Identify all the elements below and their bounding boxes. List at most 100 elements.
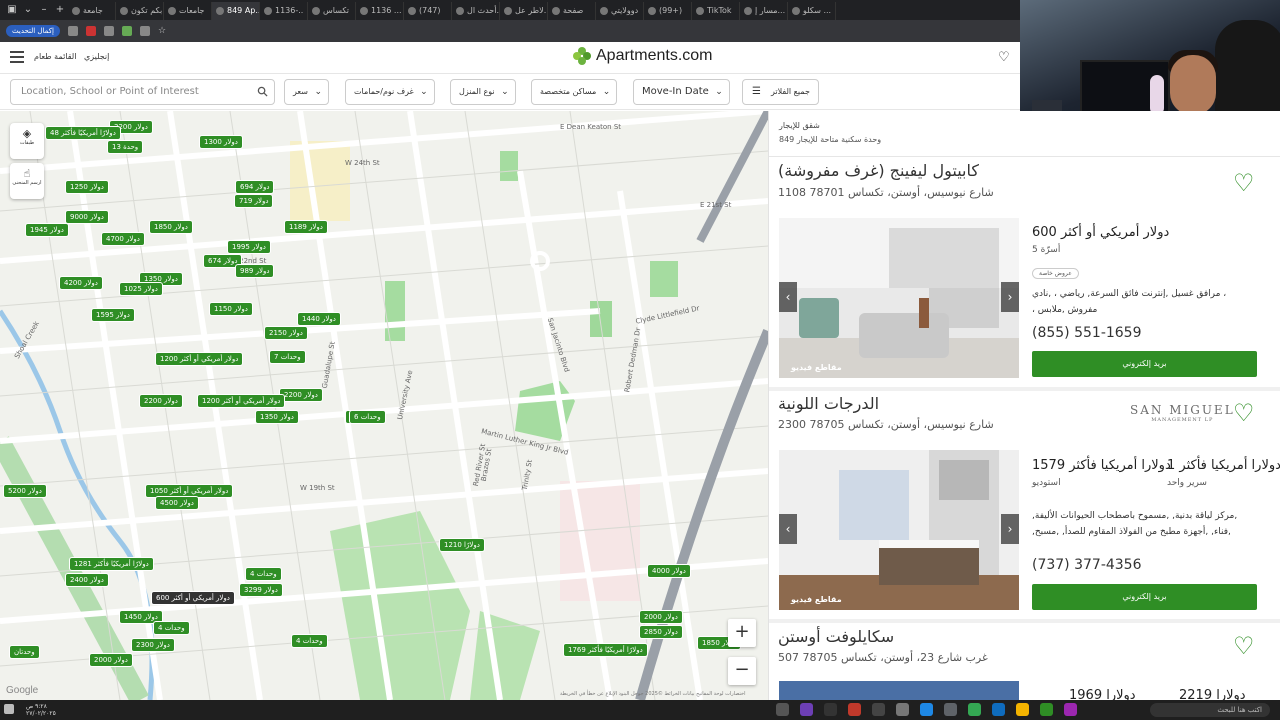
minimize-icon[interactable]: – <box>36 2 52 18</box>
update-button[interactable]: إكمال التحديث <box>6 25 60 37</box>
listing-photo[interactable]: ‹ › مقاطع فيديو <box>779 218 1019 378</box>
browser-tab[interactable]: (747) <box>404 2 452 20</box>
extension-icon[interactable] <box>121 26 132 36</box>
listing-title[interactable]: الدرجات اللونية <box>778 394 879 413</box>
map-price-pin[interactable]: 1200 دولار أمريكي أو أكثر <box>198 395 285 407</box>
taskbar-clock[interactable]: ٩:٢٨ ص ٢٧/٠٢/٢٠٢٥ <box>26 703 56 717</box>
map-price-pin[interactable]: 1769 دولارًا أمريكيًا فأكثر <box>564 644 647 656</box>
listing-photo[interactable] <box>779 681 1019 700</box>
favorites-heart-icon[interactable]: ♡ <box>998 50 1010 65</box>
map-price-pin[interactable]: 1995 دولار <box>228 241 270 253</box>
home-type-filter-button[interactable]: نوع المنزل ⌄ <box>450 79 516 105</box>
map-price-pin[interactable]: 1250 دولار <box>66 181 108 193</box>
tab-search-icon[interactable]: ⌄ <box>20 2 36 18</box>
listing-title[interactable]: كابيتول ليفينج (غرف مفروشة) <box>778 161 979 180</box>
map-price-pin[interactable]: 2000 دولار <box>90 654 132 666</box>
map-price-pin[interactable]: 2200 دولار <box>140 395 182 407</box>
chrome-icon[interactable] <box>968 703 981 716</box>
map-price-pin[interactable]: 2200 دولار <box>280 389 322 401</box>
map-panel[interactable]: E Dean Keaton St W 24th St Guadalupe St … <box>0 111 768 700</box>
next-photo-chevron-icon[interactable]: › <box>1001 514 1019 544</box>
map-price-pin[interactable]: 1595 دولار <box>92 309 134 321</box>
browser-tab[interactable]: جامعة <box>68 2 116 20</box>
location-search-input[interactable]: Location, School or Point of Interest <box>10 79 275 105</box>
move-in-date-filter-button[interactable]: Move-In Date ⌄ <box>633 79 730 105</box>
map-price-pin[interactable]: 1210 دولارًا <box>440 539 484 551</box>
map-price-pin[interactable]: 1945 دولار <box>26 224 68 236</box>
map-price-pin[interactable]: 2850 دولار <box>640 626 682 638</box>
email-button[interactable]: بريد إلكتروني <box>1032 584 1257 610</box>
map-price-pin[interactable]: 1300 دولار <box>200 136 242 148</box>
browser-tab[interactable]: (99+) <box>644 2 692 20</box>
new-tab-icon[interactable]: + <box>52 2 68 18</box>
extension-icon[interactable] <box>103 26 114 36</box>
price-filter-button[interactable]: سعر ⌄ <box>284 79 329 105</box>
folder-icon[interactable] <box>1016 703 1029 716</box>
extension-icon[interactable] <box>139 26 150 36</box>
map-price-pin[interactable]: 1281 دولارًا أمريكيًا فأكثر <box>70 558 153 570</box>
previous-photo-chevron-icon[interactable]: ‹ <box>779 282 797 312</box>
favorite-heart-icon[interactable]: ♡ <box>1233 399 1255 427</box>
map-price-pin[interactable]: 4 وحدات <box>154 622 189 634</box>
extension-icon[interactable] <box>67 26 78 36</box>
map-price-pin[interactable]: 6 وحدات <box>350 411 385 423</box>
map-price-pin[interactable]: 694 دولار <box>236 181 274 193</box>
app-icon[interactable] <box>800 703 813 716</box>
map-price-pin[interactable]: 1350 دولار <box>256 411 298 423</box>
zoom-in-button[interactable]: + <box>728 619 756 647</box>
map-price-pin[interactable]: 989 دولار <box>236 265 274 277</box>
map-price-pin[interactable]: 4700 دولار <box>102 233 144 245</box>
browser-tab[interactable]: جامعات <box>164 2 212 20</box>
app-icon[interactable] <box>1064 703 1077 716</box>
browser-tab[interactable]: بكم تكون <box>116 2 164 20</box>
beds-baths-filter-button[interactable]: غرف نوم/حمامات ⌄ <box>345 79 435 105</box>
taskbar-search[interactable]: اكتب هنا للبحث <box>1150 703 1270 717</box>
hamburger-menu-icon[interactable] <box>10 51 24 63</box>
browser-tab[interactable]: 1136-.. <box>260 2 308 20</box>
browser-tab[interactable]: صفحة <box>548 2 596 20</box>
all-filters-button[interactable]: ☰ جميع الفلاتر <box>742 79 819 105</box>
map-price-pin[interactable]: وحدتان <box>10 646 39 658</box>
email-button[interactable]: بريد إلكتروني <box>1032 351 1257 377</box>
map-price-pin[interactable]: 2150 دولار <box>265 327 307 339</box>
map-price-pin[interactable]: 4 وحدات <box>246 568 281 580</box>
map-price-pin[interactable]: 2300 دولار <box>132 639 174 651</box>
browser-tab[interactable]: 849 Ap... <box>212 2 260 20</box>
map-attribution[interactable]: اختصارات لوحة المفاتيح بيانات الخرائط ©2… <box>560 691 746 697</box>
browser-tab[interactable]: أحدث ال... <box>452 2 500 20</box>
app-icon[interactable] <box>824 703 837 716</box>
map-price-pin[interactable]: 2000 دولار <box>640 611 682 623</box>
previous-photo-chevron-icon[interactable]: ‹ <box>779 514 797 544</box>
map-price-pin[interactable]: 48 دولارًا أمريكيًا فأكثر <box>46 127 120 139</box>
browser-tab[interactable]: TikTok <box>692 2 740 20</box>
app-icon[interactable] <box>872 703 885 716</box>
listing-photo[interactable]: ‹ › مقاطع فيديو <box>779 450 1019 610</box>
map-price-pin[interactable]: 3299 دولار <box>240 584 282 596</box>
map-price-pin[interactable]: 4200 دولار <box>60 277 102 289</box>
map-price-pin[interactable]: 4 وحدات <box>292 635 327 647</box>
map-price-pin[interactable]: 600 دولار أمريكي أو أكثر <box>152 592 234 604</box>
map-price-pin[interactable]: 1150 دولار <box>210 303 252 315</box>
map-price-pin[interactable]: 1200 دولار أمريكي أو أكثر <box>156 353 243 365</box>
map-price-pin[interactable]: 2400 دولار <box>66 574 108 586</box>
listing-title[interactable]: سكايلوفت أوستن <box>778 627 894 646</box>
zoom-out-button[interactable]: − <box>728 657 756 685</box>
map-price-pin[interactable]: 5200 دولار <box>4 485 46 497</box>
specialty-housing-filter-button[interactable]: مساكن متخصصة ⌄ <box>531 79 618 105</box>
bookmark-star-icon[interactable]: ☆ <box>158 26 166 36</box>
map-price-pin[interactable]: 1025 دولار <box>120 283 162 295</box>
map-price-pin[interactable]: 4500 دولار <box>156 497 198 509</box>
favorite-heart-icon[interactable]: ♡ <box>1233 169 1255 197</box>
browser-tab[interactable]: لاطر عل... <box>500 2 548 20</box>
app-icon[interactable] <box>944 703 957 716</box>
gear-icon[interactable] <box>896 703 909 716</box>
app-icon[interactable] <box>920 703 933 716</box>
listing-phone[interactable]: (855) 551-1659 <box>1032 325 1142 341</box>
app-icon[interactable] <box>1040 703 1053 716</box>
map-price-pin[interactable]: 7 وحدات <box>270 351 305 363</box>
favorite-heart-icon[interactable]: ♡ <box>1233 632 1255 660</box>
apartments-logo[interactable]: Apartments.com <box>572 46 712 66</box>
menu-label[interactable]: القائمة طعام <box>34 52 76 61</box>
app-icon[interactable] <box>848 703 861 716</box>
map-price-pin[interactable]: 13 وحدة <box>108 141 143 153</box>
